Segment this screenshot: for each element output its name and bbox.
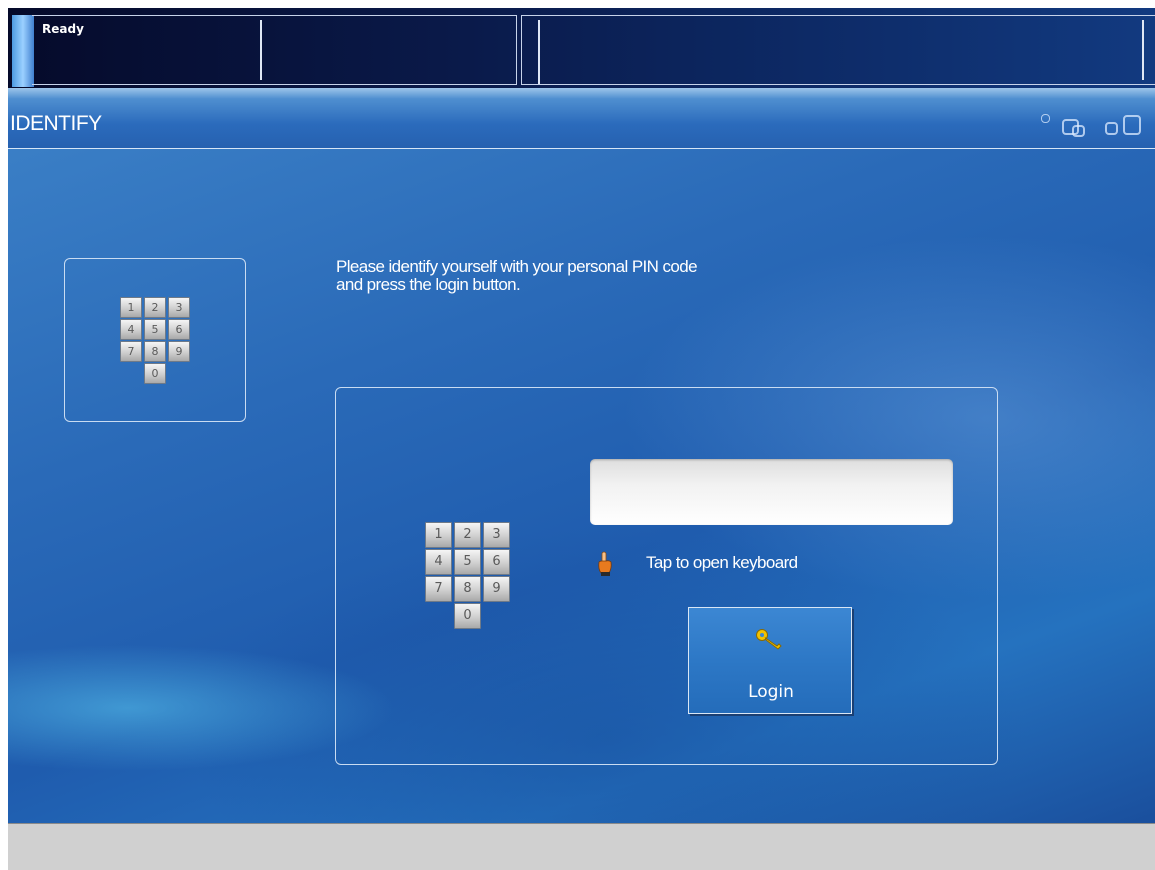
login-button[interactable]: Login bbox=[688, 607, 852, 714]
pin-input[interactable] bbox=[590, 459, 953, 525]
keypad-key: 6 bbox=[483, 549, 510, 575]
keypad-key: 9 bbox=[483, 576, 510, 602]
page-header: IDENTIFY bbox=[8, 88, 1155, 149]
instructions-line-2: and press the login button. bbox=[336, 275, 521, 294]
keypad-key: 2 bbox=[454, 522, 481, 548]
status-segment-1 bbox=[32, 15, 517, 85]
keypad-key: 9 bbox=[168, 341, 190, 362]
status-divider bbox=[538, 20, 540, 84]
stacked-windows-icon bbox=[1072, 125, 1085, 137]
keypad-key: 3 bbox=[168, 297, 190, 318]
keypad-key: 6 bbox=[168, 319, 190, 340]
login-button-label: Login bbox=[748, 682, 794, 702]
status-divider bbox=[260, 20, 262, 80]
window-edge bbox=[0, 88, 8, 870]
keypad-thumbnail-panel: 1 2 3 4 5 6 7 8 9 0 bbox=[64, 258, 246, 422]
keypad-key: 2 bbox=[144, 297, 166, 318]
numeric-keypad-icon: 1 2 3 4 5 6 7 8 9 0 bbox=[425, 522, 513, 630]
keypad-key: 1 bbox=[425, 522, 452, 548]
instructions-line-1: Please identify yourself with your perso… bbox=[336, 257, 698, 276]
hand-pointer-icon bbox=[598, 551, 612, 576]
keypad-key: 7 bbox=[425, 576, 452, 602]
keypad-key: 8 bbox=[454, 576, 481, 602]
window-mode-icons[interactable] bbox=[1035, 110, 1155, 140]
keypad-key: 8 bbox=[144, 341, 166, 362]
window-icon[interactable] bbox=[1123, 115, 1141, 135]
window-icon[interactable] bbox=[1105, 122, 1118, 135]
status-bar: Ready bbox=[8, 8, 1155, 88]
keypad-key: 3 bbox=[483, 522, 510, 548]
keypad-key: 5 bbox=[144, 319, 166, 340]
open-keyboard-hint[interactable]: Tap to open keyboard bbox=[596, 551, 856, 579]
keypad-key: 1 bbox=[120, 297, 142, 318]
keypad-key: 4 bbox=[425, 549, 452, 575]
status-text: Ready bbox=[42, 22, 84, 36]
numeric-keypad-icon: 1 2 3 4 5 6 7 8 9 0 bbox=[120, 297, 190, 385]
bottom-bar bbox=[8, 823, 1155, 870]
keypad-key: 7 bbox=[120, 341, 142, 362]
keypad-key: 5 bbox=[454, 549, 481, 575]
instructions: Please identify yourself with your perso… bbox=[336, 257, 698, 294]
status-divider bbox=[1142, 20, 1144, 80]
keypad-key: 0 bbox=[144, 363, 166, 384]
page-title: IDENTIFY bbox=[10, 112, 102, 135]
tap-to-open-keyboard-label[interactable]: Tap to open keyboard bbox=[646, 553, 798, 573]
status-segment-2 bbox=[521, 15, 1155, 85]
keypad-key: 4 bbox=[120, 319, 142, 340]
key-icon bbox=[756, 629, 782, 650]
keypad-key: 0 bbox=[454, 603, 481, 629]
main-panel: IDENTIFY 1 2 3 4 5 6 7 8 9 0 Please iden… bbox=[8, 88, 1155, 823]
small-square-icon[interactable] bbox=[1041, 114, 1050, 123]
status-bar-accent bbox=[12, 15, 34, 87]
